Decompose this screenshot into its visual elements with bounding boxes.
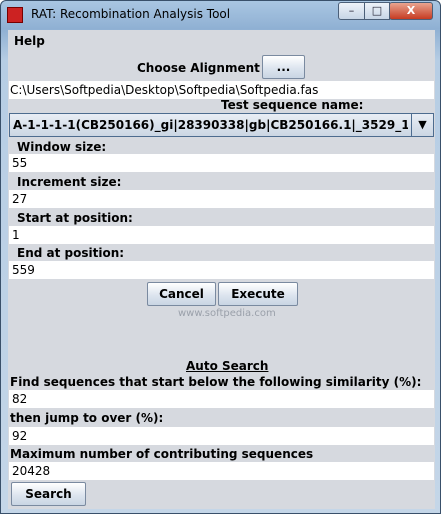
title-bar[interactable]: RAT: Recombination Analysis Tool – □ X xyxy=(1,1,440,29)
similarity-label: Find sequences that start below the foll… xyxy=(10,375,422,389)
increment-size-input[interactable]: 27 xyxy=(9,190,434,208)
window-size-input[interactable]: 55 xyxy=(9,154,434,172)
menu-help[interactable]: Help xyxy=(14,34,45,48)
max-sequences-label: Maximum number of contributing sequences xyxy=(10,447,314,461)
end-position-input[interactable]: 559 xyxy=(9,261,434,279)
test-sequence-label: Test sequence name: xyxy=(221,98,364,112)
minimize-button[interactable]: – xyxy=(338,2,365,20)
window-size-label: Window size: xyxy=(17,140,107,154)
window-title: RAT: Recombination Analysis Tool xyxy=(31,7,231,21)
jump-input[interactable]: 92 xyxy=(9,427,434,445)
jump-label: then jump to over (%): xyxy=(10,411,164,425)
alignment-path: C:\Users\Softpedia\Desktop\Softpedia\Sof… xyxy=(9,81,434,99)
app-icon xyxy=(7,7,23,23)
max-sequences-input[interactable]: 20428 xyxy=(9,462,434,480)
test-sequence-dropdown[interactable]: A-1-1-1-1(CB250166)_gi|28390338|gb|CB250… xyxy=(9,113,434,137)
cancel-button[interactable]: Cancel xyxy=(147,282,216,306)
browse-button[interactable]: ... xyxy=(262,55,305,79)
start-position-input[interactable]: 1 xyxy=(9,226,434,244)
chevron-down-icon[interactable]: ▼ xyxy=(411,114,433,136)
maximize-button[interactable]: □ xyxy=(364,2,390,20)
watermark: www.softpedia.com xyxy=(178,308,276,319)
end-position-label: End at position: xyxy=(17,246,125,260)
increment-size-label: Increment size: xyxy=(17,175,122,189)
menu-bar: Help xyxy=(8,30,435,52)
start-position-label: Start at position: xyxy=(17,211,133,225)
main-panel: Help Choose Alignment File ... C:\Users\… xyxy=(8,30,435,509)
search-button[interactable]: Search xyxy=(11,482,86,506)
test-sequence-selected: A-1-1-1-1(CB250166)_gi|28390338|gb|CB250… xyxy=(13,118,408,132)
execute-button[interactable]: Execute xyxy=(218,282,298,306)
app-window: RAT: Recombination Analysis Tool – □ X H… xyxy=(0,0,441,514)
close-button[interactable]: X xyxy=(389,2,433,20)
auto-search-heading: Auto Search xyxy=(186,359,269,373)
similarity-input[interactable]: 82 xyxy=(9,390,434,408)
